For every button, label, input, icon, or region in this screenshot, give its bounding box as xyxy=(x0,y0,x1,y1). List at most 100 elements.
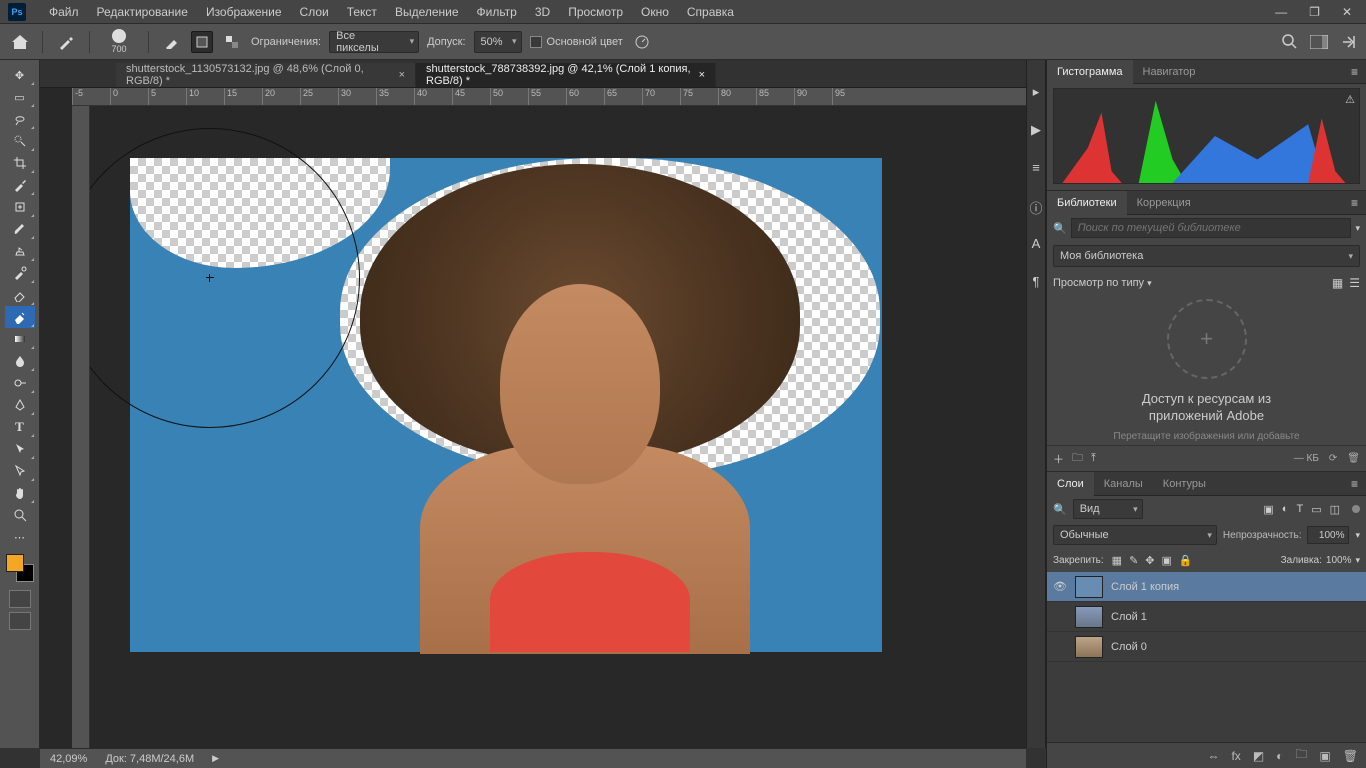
filter-shape-icon[interactable]: ▭ xyxy=(1311,503,1321,516)
menu-3d[interactable]: 3D xyxy=(526,5,559,19)
filter-type-icon[interactable]: T xyxy=(1296,503,1303,516)
path-select-tool[interactable] xyxy=(5,438,35,460)
shape-tool[interactable] xyxy=(5,460,35,482)
info-panel-icon[interactable]: ⓘ xyxy=(1028,198,1044,214)
layer-name[interactable]: Слой 1 копия xyxy=(1111,581,1179,593)
filter-adjust-icon[interactable]: ◐ xyxy=(1282,503,1289,516)
history-panel-icon[interactable]: ▸ xyxy=(1028,84,1044,100)
menu-help[interactable]: Справка xyxy=(678,5,743,19)
home-icon[interactable] xyxy=(10,33,30,51)
new-layer-icon[interactable]: ▣ xyxy=(1319,749,1330,763)
menu-layers[interactable]: Слои xyxy=(291,5,338,19)
layer-row[interactable]: Слой 0 xyxy=(1047,632,1366,662)
sync-icon[interactable]: ⟳ xyxy=(1329,453,1337,464)
document-canvas[interactable] xyxy=(130,158,882,652)
window-restore-icon[interactable]: ❐ xyxy=(1309,5,1320,19)
menu-window[interactable]: Окно xyxy=(632,5,678,19)
delete-layer-icon[interactable]: 🗑 xyxy=(1343,749,1358,763)
hand-tool[interactable] xyxy=(5,482,35,504)
menu-image[interactable]: Изображение xyxy=(197,5,291,19)
crop-tool[interactable] xyxy=(5,152,35,174)
canvas-viewport[interactable] xyxy=(90,106,1026,748)
chevron-down-icon[interactable]: ▾ xyxy=(1355,223,1360,234)
paragraph-panel-icon[interactable]: ¶ xyxy=(1028,274,1044,290)
share-icon[interactable] xyxy=(1340,34,1356,50)
panel-menu-icon[interactable]: ≡ xyxy=(1343,65,1366,79)
blur-tool[interactable] xyxy=(5,350,35,372)
quick-mask-icon[interactable] xyxy=(9,590,31,608)
layer-style-icon[interactable]: fx xyxy=(1231,749,1240,763)
type-tool[interactable]: T xyxy=(5,416,35,438)
ruler-horizontal[interactable]: -505101520253035404550556065707580859095 xyxy=(72,88,1026,106)
menu-filter[interactable]: Фильтр xyxy=(468,5,526,19)
opacity-input[interactable]: 100% xyxy=(1307,526,1349,544)
background-eraser-tool[interactable] xyxy=(5,306,35,328)
adjustment-layer-icon[interactable]: ◐ xyxy=(1276,749,1283,763)
tab-navigator[interactable]: Навигатор xyxy=(1133,60,1206,84)
workspace-icon[interactable] xyxy=(1310,35,1328,49)
layer-filter-select[interactable]: Вид xyxy=(1073,499,1143,519)
layer-thumbnail[interactable] xyxy=(1075,606,1103,628)
zoom-tool[interactable] xyxy=(5,504,35,526)
zoom-level[interactable]: 42,09% xyxy=(50,753,87,765)
lock-artboard-icon[interactable]: ▣ xyxy=(1162,554,1172,567)
visibility-toggle[interactable]: 👁 xyxy=(1053,580,1067,593)
library-select[interactable]: Моя библиотека xyxy=(1053,245,1360,267)
add-asset-icon[interactable]: ＋ xyxy=(1053,451,1064,467)
layer-thumbnail[interactable] xyxy=(1075,636,1103,658)
tab-libraries[interactable]: Библиотеки xyxy=(1047,191,1127,215)
panel-menu-icon[interactable]: ≡ xyxy=(1343,196,1366,210)
tool-preset-icon[interactable] xyxy=(55,31,77,53)
add-folder-icon[interactable]: 🗀 xyxy=(1072,449,1083,468)
document-tab-1[interactable]: shutterstock_1130573132.jpg @ 48,6% (Сло… xyxy=(116,63,416,87)
grid-view-icon[interactable]: ▦ xyxy=(1332,276,1343,290)
lock-all-icon[interactable]: 🔒 xyxy=(1179,554,1193,567)
filter-smart-icon[interactable]: ◫ xyxy=(1330,503,1340,516)
menu-file[interactable]: Файл xyxy=(40,5,88,19)
menu-view[interactable]: Просмотр xyxy=(559,5,632,19)
gradient-tool[interactable] xyxy=(5,328,35,350)
upload-icon[interactable]: ⤒ xyxy=(1091,452,1096,465)
marquee-tool[interactable]: ▭ xyxy=(5,86,35,108)
foreground-color[interactable] xyxy=(6,554,24,572)
layer-name[interactable]: Слой 1 xyxy=(1111,611,1147,623)
group-icon[interactable]: 🗀 xyxy=(1295,745,1307,766)
lock-pixels-icon[interactable]: ✎ xyxy=(1129,554,1138,567)
window-minimize-icon[interactable]: — xyxy=(1275,5,1287,19)
status-expand-icon[interactable]: ▶ xyxy=(212,753,219,764)
blend-mode-select[interactable]: Обычные xyxy=(1053,525,1217,545)
lock-position-icon[interactable]: ✥ xyxy=(1145,554,1154,567)
sampling-once-icon[interactable] xyxy=(191,31,213,53)
color-swatches[interactable] xyxy=(6,554,34,582)
eyedropper-tool[interactable] xyxy=(5,174,35,196)
tab-layers[interactable]: Слои xyxy=(1047,472,1094,496)
tolerance-select[interactable]: 50% xyxy=(474,31,522,53)
lasso-tool[interactable] xyxy=(5,108,35,130)
filter-search-icon[interactable]: 🔍 xyxy=(1053,503,1067,516)
layer-row[interactable]: Слой 1 xyxy=(1047,602,1366,632)
move-tool[interactable]: ✥ xyxy=(5,64,35,86)
dodge-tool[interactable] xyxy=(5,372,35,394)
tab-paths[interactable]: Контуры xyxy=(1153,472,1216,496)
edit-toolbar[interactable]: ⋯ xyxy=(5,526,35,548)
clone-stamp-tool[interactable] xyxy=(5,240,35,262)
quick-select-tool[interactable] xyxy=(5,130,35,152)
protect-foreground-checkbox[interactable]: Основной цвет xyxy=(530,36,623,48)
menu-select[interactable]: Выделение xyxy=(386,5,468,19)
add-asset-dropzone[interactable]: + xyxy=(1167,299,1247,379)
layer-row[interactable]: 👁 Слой 1 копия xyxy=(1047,572,1366,602)
menu-edit[interactable]: Редактирование xyxy=(88,5,197,19)
filter-toggle[interactable] xyxy=(1352,505,1360,513)
properties-panel-icon[interactable]: ≡ xyxy=(1028,160,1044,176)
pen-tool[interactable] xyxy=(5,394,35,416)
sampling-continuous-icon[interactable] xyxy=(161,31,183,53)
delete-icon[interactable]: 🗑 xyxy=(1347,453,1360,464)
spot-heal-tool[interactable] xyxy=(5,196,35,218)
panel-menu-icon[interactable]: ≡ xyxy=(1343,477,1366,491)
sampling-swatch-icon[interactable] xyxy=(221,31,243,53)
document-tab-2[interactable]: shutterstock_788738392.jpg @ 42,1% (Слой… xyxy=(416,63,716,87)
fill-input[interactable]: 100% xyxy=(1326,555,1352,566)
layer-name[interactable]: Слой 0 xyxy=(1111,641,1147,653)
link-layers-icon[interactable]: ⇔ xyxy=(1207,749,1219,763)
eraser-tool[interactable] xyxy=(5,284,35,306)
